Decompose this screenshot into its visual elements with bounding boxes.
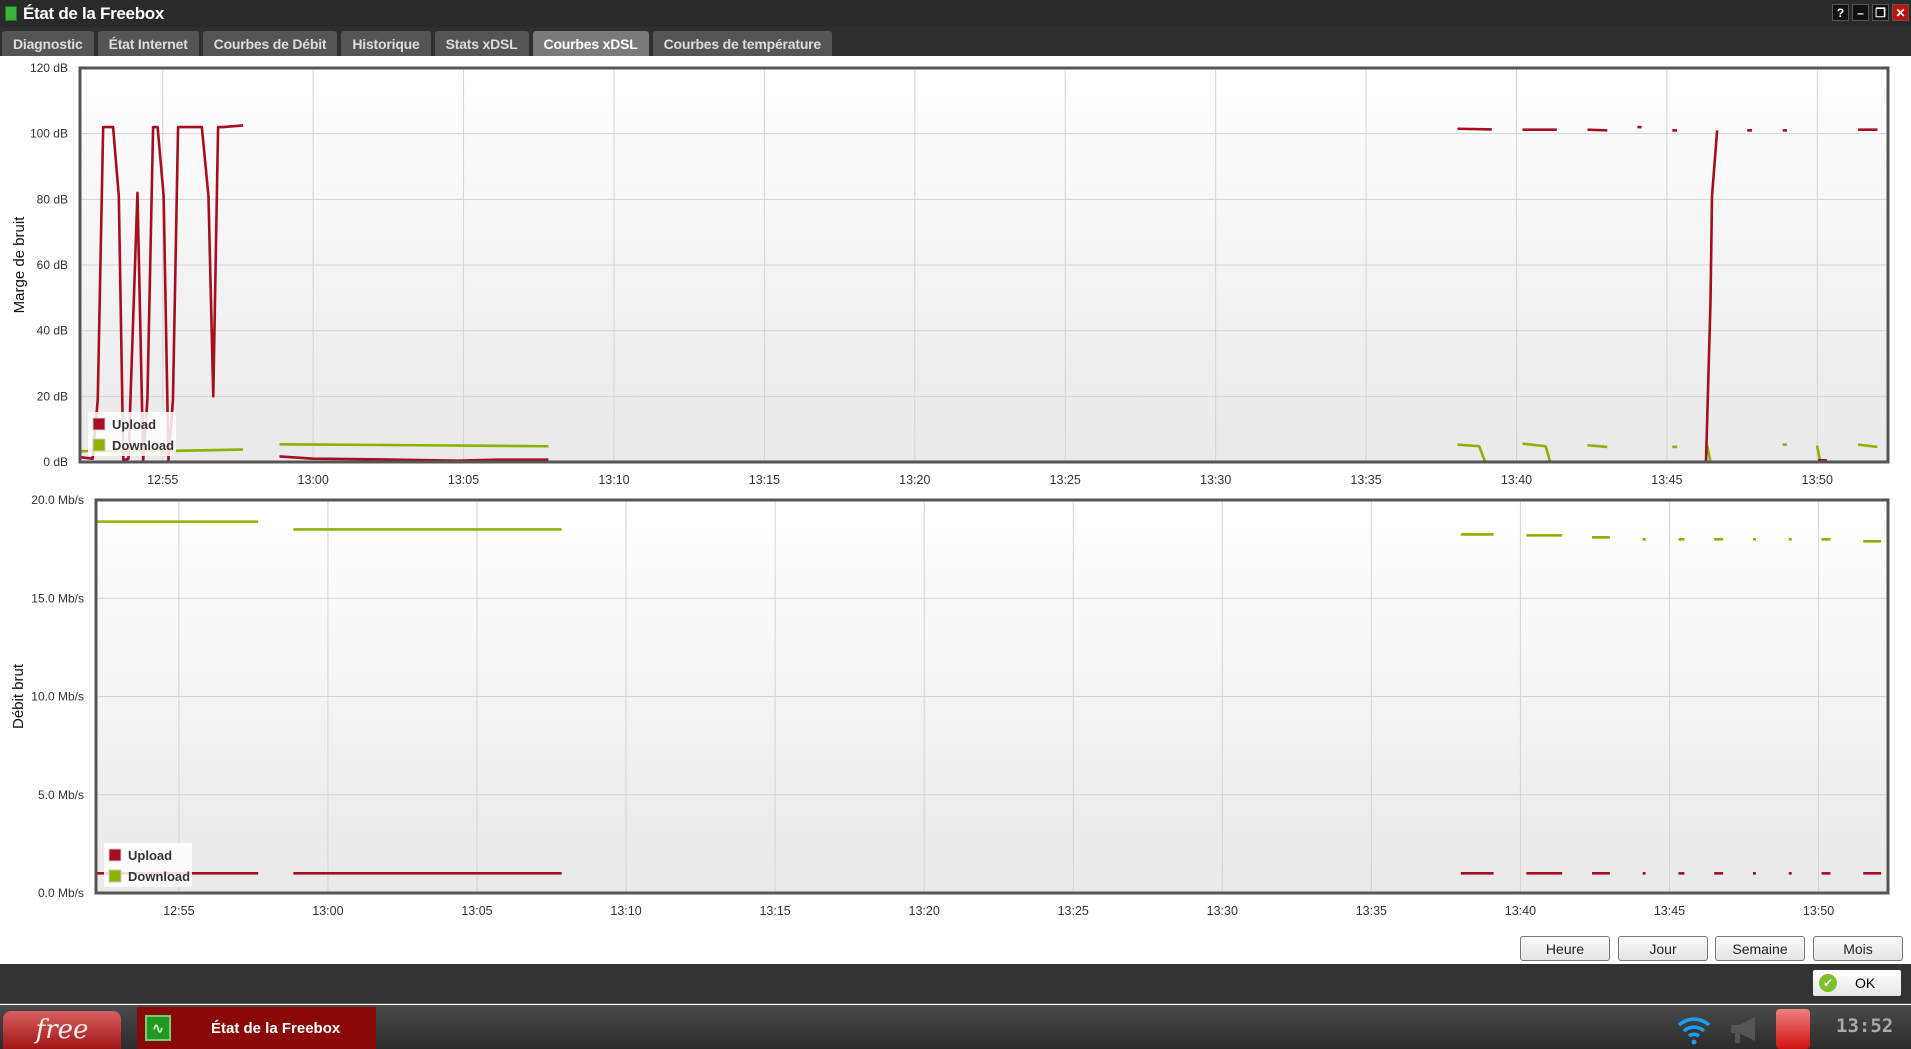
y-tick-label: 80 dB: [37, 192, 68, 206]
wifi-icon[interactable]: [1676, 1013, 1712, 1045]
x-tick-label: 13:15: [749, 473, 780, 487]
tab-etat-internet[interactable]: État Internet: [97, 31, 199, 56]
tab-courbes-temperature[interactable]: Courbes de température: [652, 31, 833, 56]
x-tick-label: 12:55: [163, 904, 194, 918]
tab-bar: Diagnostic État Internet Courbes de Débi…: [0, 27, 1911, 56]
x-tick-label: 13:25: [1050, 473, 1081, 487]
range-hour-button[interactable]: Heure: [1520, 936, 1610, 961]
series-line-upload: [1587, 128, 1608, 132]
taskbar-window-item[interactable]: ∿ État de la Freebox: [137, 1007, 376, 1049]
tab-historique[interactable]: Historique: [341, 31, 431, 56]
megaphone-icon[interactable]: [1728, 1015, 1762, 1045]
x-tick-label: 13:20: [909, 904, 940, 918]
legend-label-download: Download: [128, 869, 190, 884]
x-tick-label: 13:05: [461, 904, 492, 918]
x-tick-label: 13:10: [598, 473, 629, 487]
x-tick-label: 12:55: [147, 473, 178, 487]
y-tick-label: 0.0 Mb/s: [38, 886, 84, 900]
series-line-upload: [1457, 127, 1492, 131]
dialog-footer: ✔ OK: [0, 964, 1911, 1004]
restore-button[interactable]: ❐: [1872, 4, 1889, 21]
tab-diagnostic[interactable]: Diagnostic: [2, 31, 94, 56]
x-tick-label: 13:00: [298, 473, 329, 487]
y-tick-label: 20.0 Mb/s: [31, 493, 84, 507]
y-tick-label: 100 dB: [30, 127, 68, 141]
ok-button[interactable]: ✔ OK: [1813, 970, 1901, 996]
check-icon: ✔: [1819, 974, 1837, 992]
legend-label-upload: Upload: [128, 848, 172, 863]
x-tick-label: 13:50: [1803, 904, 1834, 918]
y-tick-label: 120 dB: [30, 61, 68, 75]
x-tick-label: 13:05: [448, 473, 479, 487]
free-menu-button[interactable]: free: [3, 1011, 121, 1049]
x-tick-label: 13:15: [759, 904, 790, 918]
legend-label-download: Download: [112, 438, 174, 453]
y-tick-label: 60 dB: [37, 258, 68, 272]
y-tick-label: 15.0 Mb/s: [31, 591, 84, 605]
x-tick-label: 13:45: [1651, 473, 1682, 487]
y-tick-label: 5.0 Mb/s: [38, 788, 84, 802]
range-week-button[interactable]: Semaine: [1715, 936, 1805, 961]
range-month-button[interactable]: Mois: [1813, 936, 1903, 961]
tab-courbes-debit[interactable]: Courbes de Débit: [202, 31, 338, 56]
tab-courbes-xdsl[interactable]: Courbes xDSL: [532, 31, 649, 56]
taskbar: free ∿ État de la Freebox 13:52: [0, 1005, 1911, 1049]
legend-label-upload: Upload: [112, 417, 156, 432]
x-tick-label: 13:45: [1654, 904, 1685, 918]
range-day-button[interactable]: Jour: [1618, 936, 1708, 961]
close-button[interactable]: ✕: [1892, 4, 1909, 21]
title-bar: État de la Freebox ? – ❐ ✕: [0, 0, 1911, 27]
legend-swatch-upload: [92, 417, 106, 431]
x-tick-label: 13:00: [312, 904, 343, 918]
raw-rate-chart: 0.0 Mb/s 5.0 Mb/s 10.0 Mb/s 15.0 Mb/s 20.0 M…: [10, 493, 1890, 918]
series-line-download: [1587, 443, 1608, 449]
x-tick-label: 13:20: [899, 473, 930, 487]
x-tick-label: 13:50: [1802, 473, 1833, 487]
y-axis-title: Marge de bruit: [11, 216, 28, 314]
x-tick-label: 13:40: [1501, 473, 1532, 487]
x-tick-label: 13:30: [1207, 904, 1238, 918]
y-tick-label: 40 dB: [37, 324, 68, 338]
charts-area: 0 dB 20 dB 40 dB 60 dB 80 dB 100 dB 120 dB 12:5…: [10, 61, 1890, 918]
y-axis-title: Débit brut: [10, 663, 27, 729]
tab-stats-xdsl[interactable]: Stats xDSL: [434, 31, 529, 56]
x-tick-label: 13:30: [1200, 473, 1231, 487]
noise-margin-chart: 0 dB 20 dB 40 dB 60 dB 80 dB 100 dB 120 dB 12:5…: [11, 61, 1890, 487]
y-tick-label: 10.0 Mb/s: [31, 690, 84, 704]
ok-label: OK: [1855, 975, 1876, 991]
x-tick-label: 13:35: [1350, 473, 1381, 487]
y-tick-label: 0 dB: [43, 455, 68, 469]
legend-swatch-upload: [108, 848, 122, 862]
legend-swatch-download: [108, 869, 122, 883]
x-tick-label: 13:10: [610, 904, 641, 918]
freebox-alert-icon[interactable]: [1776, 1009, 1810, 1049]
x-tick-label: 13:40: [1505, 904, 1536, 918]
x-tick-label: 13:25: [1058, 904, 1089, 918]
minimize-button[interactable]: –: [1852, 4, 1869, 21]
taskbar-window-label: État de la Freebox: [211, 1019, 341, 1037]
app-icon: [5, 6, 17, 21]
help-button[interactable]: ?: [1832, 4, 1849, 21]
pulse-icon: ∿: [145, 1015, 171, 1041]
window-title: État de la Freebox: [23, 3, 165, 23]
legend-swatch-download: [92, 438, 106, 452]
y-tick-label: 20 dB: [37, 389, 68, 403]
x-tick-label: 13:35: [1356, 904, 1387, 918]
clock: 13:52: [1836, 1015, 1894, 1037]
